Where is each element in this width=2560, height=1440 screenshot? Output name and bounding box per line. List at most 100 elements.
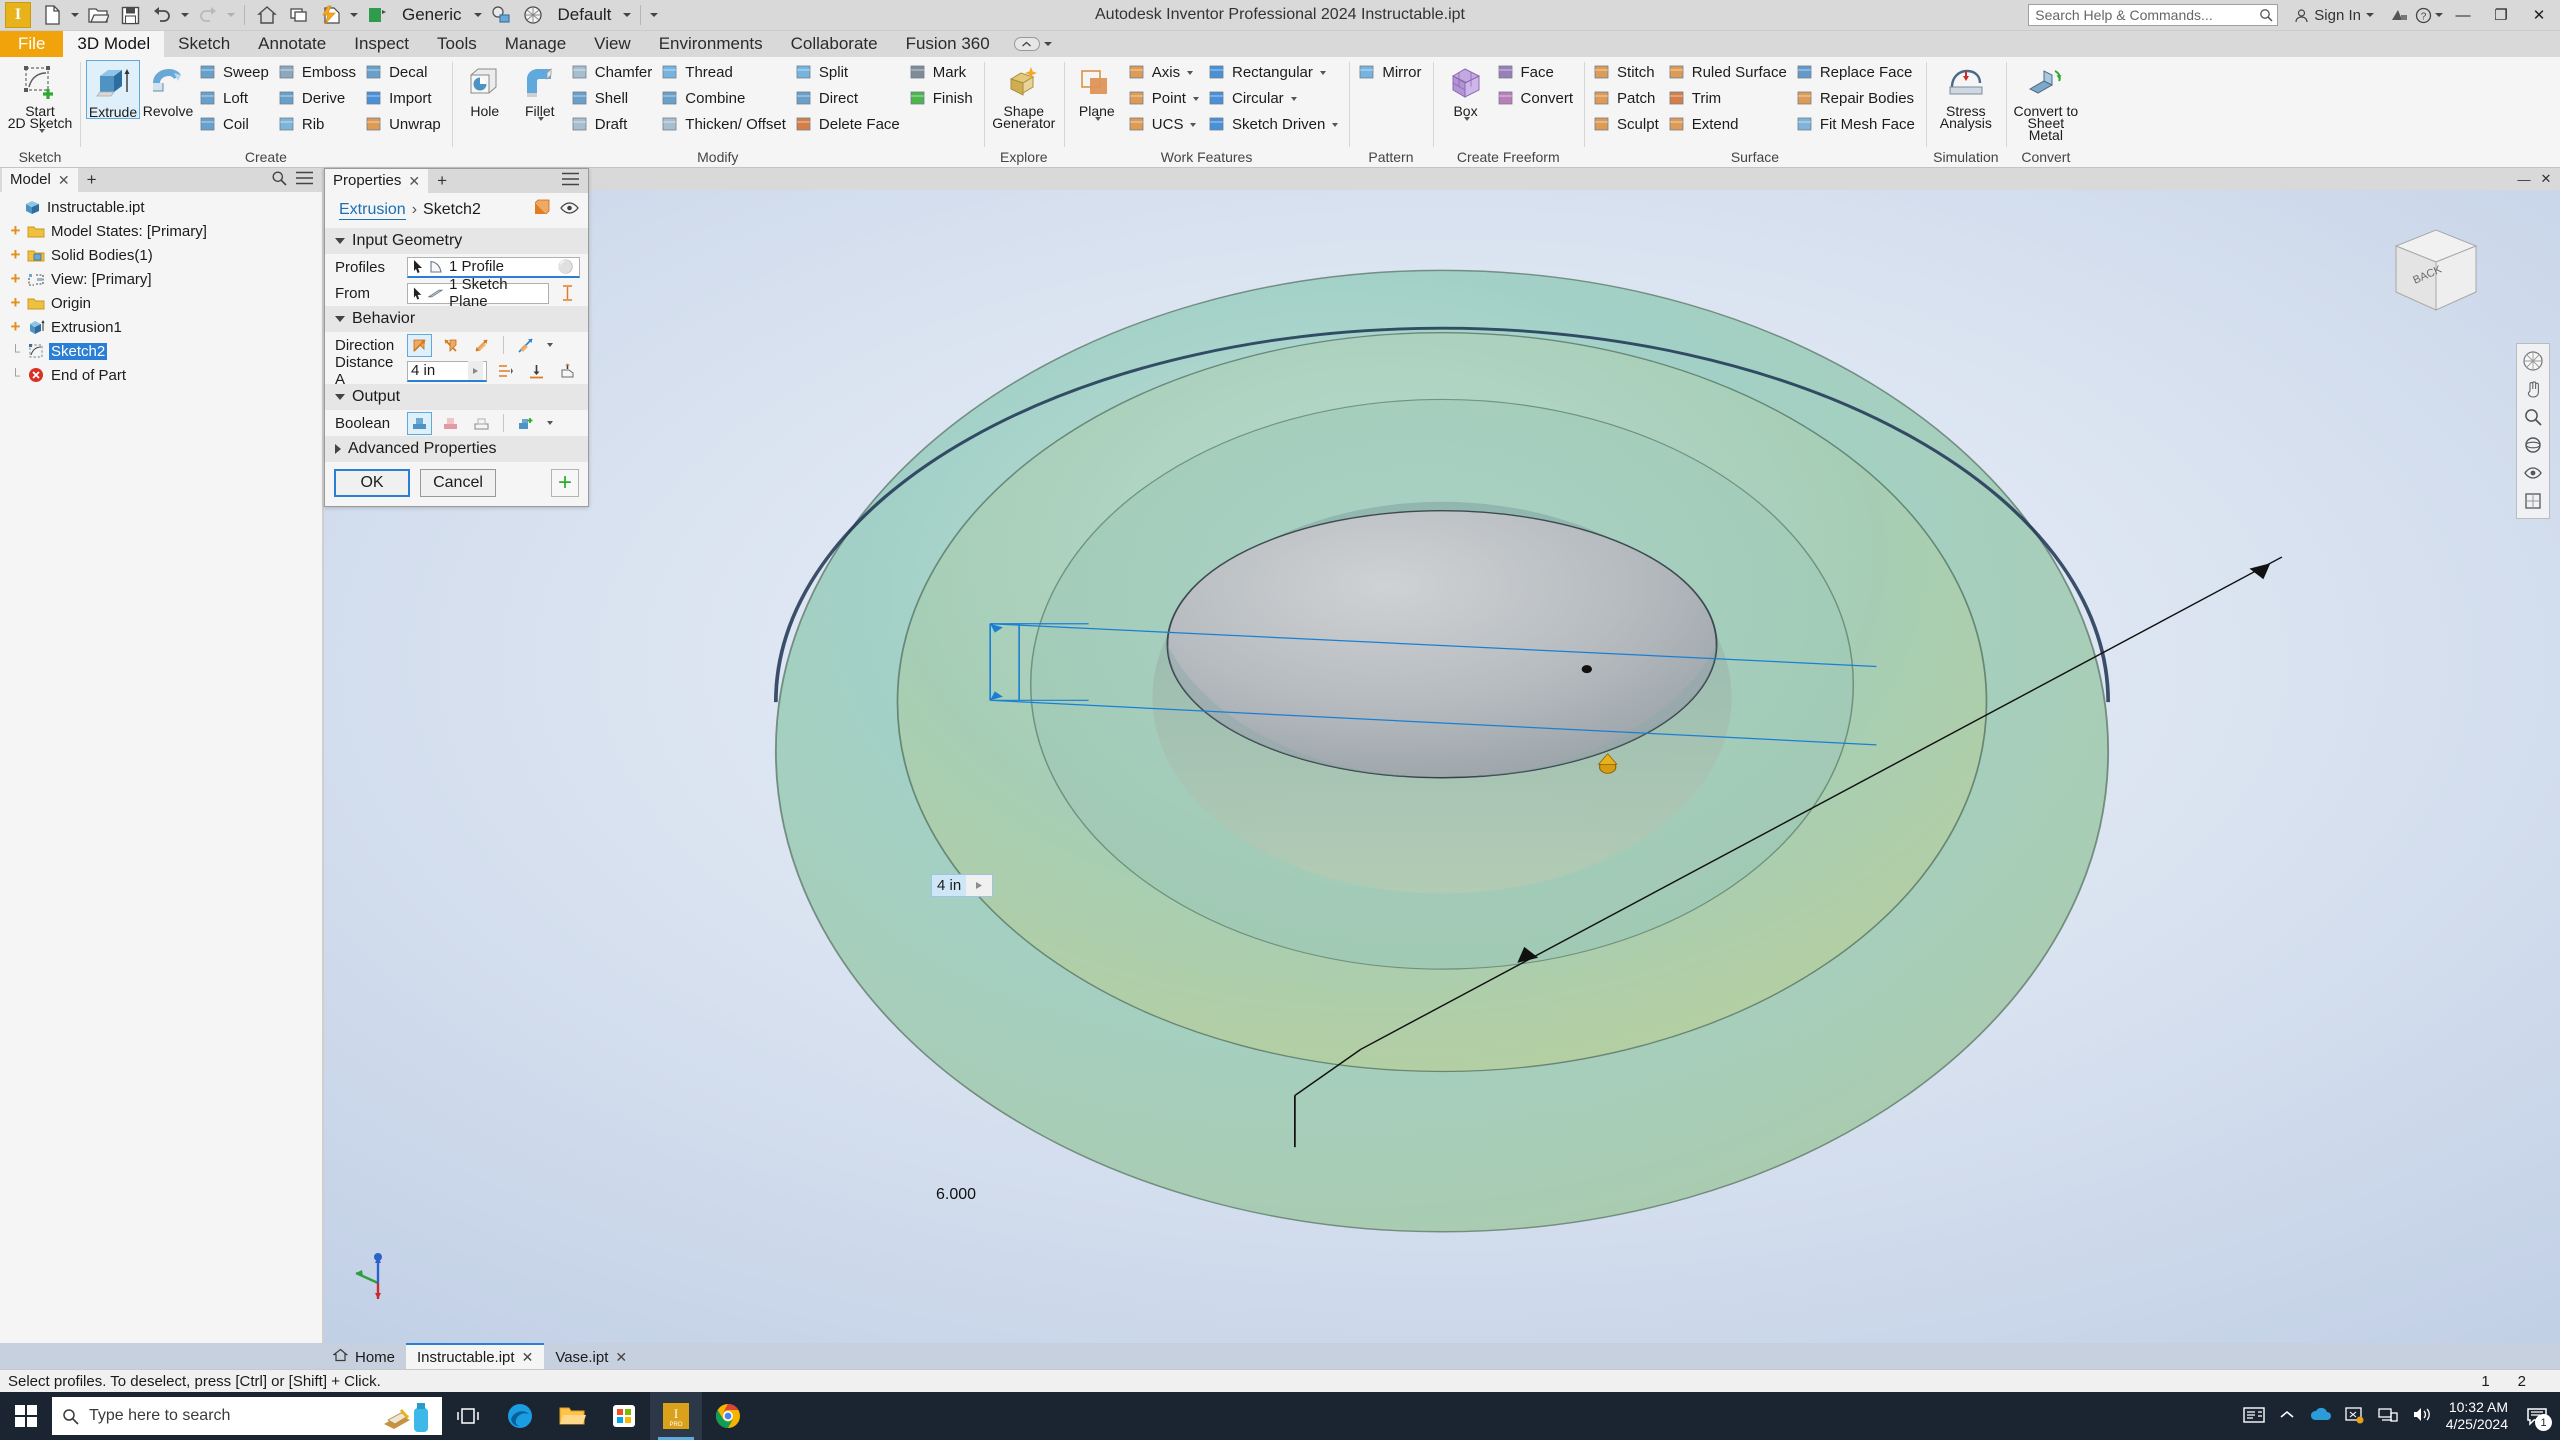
ribbon-tab-manage[interactable]: Manage: [491, 31, 580, 57]
from-select-field[interactable]: 1 Sketch Plane: [407, 276, 549, 310]
search-icon[interactable]: [271, 170, 287, 190]
ribbon-button-hole[interactable]: Hole: [458, 60, 512, 118]
volume-icon[interactable]: [2412, 1406, 2432, 1426]
edge-icon[interactable]: [494, 1392, 546, 1440]
section-input-geometry[interactable]: Input Geometry: [325, 228, 588, 254]
close-icon[interactable]: ✕: [615, 1349, 627, 1366]
profiles-select-field[interactable]: 1 Profile ⚪: [407, 256, 580, 278]
ribbon-button-box[interactable]: Box: [1439, 60, 1493, 121]
appearance-sphere-icon[interactable]: [518, 1, 548, 29]
ribbon-button-fillet[interactable]: Fillet: [513, 60, 567, 121]
ribbon-button-start-2d-sketch[interactable]: Start 2D Sketch: [6, 60, 74, 133]
ribbon-tab-inspect[interactable]: Inspect: [340, 31, 423, 57]
minimize-button[interactable]: —: [2444, 0, 2482, 30]
tree-node-solid-bodies-1[interactable]: + Solid Bodies(1): [2, 243, 322, 267]
close-icon[interactable]: ✕: [58, 168, 70, 192]
tree-node-view-primary[interactable]: + View: [Primary]: [2, 267, 322, 291]
document-tab-home[interactable]: Home: [322, 1345, 407, 1369]
ribbon-button-thread[interactable]: Thread: [658, 60, 791, 85]
ribbon-button-stitch[interactable]: Stitch: [1590, 60, 1664, 85]
direction-flipped-button[interactable]: [438, 334, 463, 357]
ribbon-tab-file[interactable]: File: [0, 31, 64, 57]
view-cube[interactable]: BACK: [2378, 216, 2490, 328]
task-view-icon[interactable]: [442, 1392, 494, 1440]
chevron-down-icon[interactable]: [1187, 70, 1194, 75]
3d-viewport[interactable]: — ✕ 4 in 6.000 BACK: [324, 168, 2560, 1343]
display-settings-icon[interactable]: [2345, 1406, 2364, 1427]
ribbon-tab-environments[interactable]: Environments: [645, 31, 777, 57]
pan-icon[interactable]: [2519, 375, 2547, 403]
boolean-dropdown-icon[interactable]: [547, 421, 553, 425]
ribbon-button-face[interactable]: Face: [1494, 60, 1579, 85]
zoom-icon[interactable]: [2519, 403, 2547, 431]
redo-icon[interactable]: [193, 1, 223, 29]
section-output[interactable]: Output: [325, 384, 588, 410]
search-help-input[interactable]: Search Help & Commands...: [2028, 4, 2279, 26]
close-icon[interactable]: ✕: [522, 1349, 534, 1366]
direction-asymmetric-button[interactable]: [513, 334, 538, 357]
ribbon-button-finish[interactable]: Finish: [906, 86, 978, 111]
ribbon-button-point[interactable]: Point: [1125, 86, 1204, 111]
ribbon-button-shell[interactable]: Shell: [568, 86, 658, 111]
dimension-dropdown-icon[interactable]: [966, 875, 993, 896]
tree-node-model-states-primary[interactable]: + Model States: [Primary]: [2, 219, 322, 243]
ribbon-button-combine[interactable]: Combine: [658, 86, 791, 111]
ribbon-button-stress-analysis[interactable]: Stress Analysis: [1932, 60, 2000, 130]
ribbon-button-thicken-offset[interactable]: Thicken/ Offset: [658, 112, 791, 137]
extents-icon[interactable]: [555, 282, 580, 305]
clear-selection-icon[interactable]: ⚪: [558, 259, 574, 275]
dimension-edit-value[interactable]: 4 in: [932, 875, 967, 896]
ribbon-button-import[interactable]: Import: [362, 86, 446, 111]
ribbon-button-shape-generator[interactable]: Shape Generator: [990, 60, 1058, 130]
maximize-button[interactable]: ❐: [2482, 0, 2520, 30]
ribbon-button-sketch-driven[interactable]: Sketch Driven: [1205, 112, 1343, 137]
appearance-icon[interactable]: [486, 1, 516, 29]
direction-symmetric-button[interactable]: [469, 334, 494, 357]
open-file-icon[interactable]: [83, 1, 113, 29]
save-icon[interactable]: [115, 1, 145, 29]
ok-button[interactable]: OK: [334, 469, 410, 497]
ribbon-button-extrude[interactable]: Extrude: [86, 60, 140, 119]
appearance-dropdown-icon[interactable]: [621, 1, 633, 29]
chevron-down-icon[interactable]: [1319, 70, 1326, 75]
tree-node-extrusion1[interactable]: + Extrusion1: [2, 315, 322, 339]
ribbon-button-sculpt[interactable]: Sculpt: [1590, 112, 1664, 137]
ribbon-button-ruled-surface[interactable]: Ruled Surface: [1665, 60, 1792, 85]
section-advanced-properties[interactable]: Advanced Properties: [325, 436, 588, 462]
undo-icon[interactable]: [147, 1, 177, 29]
expand-icon[interactable]: +: [8, 221, 23, 240]
ribbon-button-mark[interactable]: Mark: [906, 60, 978, 85]
ribbon-button-derive[interactable]: Derive: [275, 86, 361, 111]
breadcrumb-extrusion-link[interactable]: Extrusion: [339, 201, 406, 220]
ribbon-button-trim[interactable]: Trim: [1665, 86, 1792, 111]
ribbon-tab-sketch[interactable]: Sketch: [164, 31, 244, 57]
news-and-interests-icon[interactable]: [2243, 1406, 2265, 1427]
ribbon-button-fit-mesh-face[interactable]: Fit Mesh Face: [1793, 112, 1920, 137]
expand-icon[interactable]: +: [8, 245, 23, 264]
ribbon-tab-3d-model[interactable]: 3D Model: [63, 31, 165, 57]
microsoft-store-icon[interactable]: [598, 1392, 650, 1440]
direction-dropdown-icon[interactable]: [547, 343, 553, 347]
ribbon-tab-view[interactable]: View: [580, 31, 645, 57]
extent-distance-icon[interactable]: [493, 360, 518, 383]
taskbar-search-input[interactable]: Type here to search: [52, 1397, 442, 1435]
start-button[interactable]: [0, 1392, 52, 1440]
project-folders-icon[interactable]: [284, 1, 314, 29]
document-tab-instructable-ipt[interactable]: Instructable.ipt ✕: [406, 1343, 545, 1369]
ribbon-button-plane[interactable]: Plane: [1070, 60, 1124, 121]
file-explorer-icon[interactable]: [546, 1392, 598, 1440]
ribbon-button-patch[interactable]: Patch: [1590, 86, 1664, 111]
tree-node-end-of-part[interactable]: └ End of Part: [2, 363, 322, 387]
ribbon-button-rectangular[interactable]: Rectangular: [1205, 60, 1343, 85]
status-indicator-0[interactable]: 1: [2481, 1373, 2489, 1390]
ribbon-button-loft[interactable]: Loft: [196, 86, 274, 111]
tree-node-sketch2[interactable]: └ Sketch2: [2, 339, 322, 363]
chevron-down-icon[interactable]: [1290, 96, 1297, 101]
tree-node-origin[interactable]: + Origin: [2, 291, 322, 315]
boolean-join-button[interactable]: [407, 411, 432, 435]
redo-dropdown-icon[interactable]: [225, 1, 237, 29]
chevron-down-icon[interactable]: [1332, 122, 1339, 127]
chevron-down-icon[interactable]: [1192, 96, 1199, 101]
add-tab-icon[interactable]: +: [78, 169, 106, 191]
orbit-icon[interactable]: [2519, 431, 2547, 459]
